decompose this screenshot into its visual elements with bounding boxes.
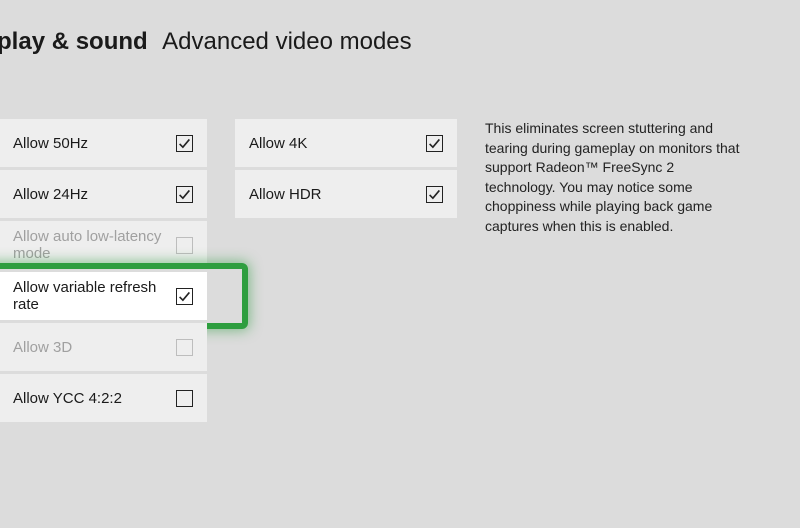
checkbox-icon[interactable] xyxy=(426,186,443,203)
checkbox-icon[interactable] xyxy=(176,288,193,305)
setting-label: Allow 3D xyxy=(13,339,72,356)
setting-row-allow-24hz[interactable]: Allow 24Hz xyxy=(0,170,207,218)
setting-label: Allow 50Hz xyxy=(13,135,88,152)
setting-row-allow-ycc-4-2-2[interactable]: Allow YCC 4:2:2 xyxy=(0,374,207,422)
highlighted-setting: Allow variable refresh rate xyxy=(0,269,210,323)
checkbox-icon xyxy=(176,339,193,356)
setting-row-allow-3d: Allow 3D xyxy=(0,323,207,371)
setting-label: Allow YCC 4:2:2 xyxy=(13,390,122,407)
settings-column-1: Allow 50Hz Allow 24Hz Allow auto low-laten… xyxy=(0,119,207,422)
setting-label: Allow HDR xyxy=(249,186,322,203)
setting-row-allow-auto-low-latency-mode: Allow auto low-latency mode xyxy=(0,221,207,269)
setting-row-allow-4k[interactable]: Allow 4K xyxy=(235,119,457,167)
header-subtitle: Advanced video modes xyxy=(162,28,412,55)
setting-label: Allow auto low-latency mode xyxy=(13,228,176,262)
setting-label: Allow 24Hz xyxy=(13,186,88,203)
header-title: isplay & sound xyxy=(0,28,148,55)
setting-row-allow-hdr[interactable]: Allow HDR xyxy=(235,170,457,218)
checkbox-icon[interactable] xyxy=(176,135,193,152)
setting-label: Allow 4K xyxy=(249,135,307,152)
page-header: isplay & sound Advanced video modes xyxy=(0,0,800,56)
setting-row-allow-variable-refresh-rate[interactable]: Allow variable refresh rate xyxy=(0,272,207,320)
setting-description: This eliminates screen stuttering and te… xyxy=(485,119,745,422)
checkbox-icon[interactable] xyxy=(426,135,443,152)
setting-row-allow-50hz[interactable]: Allow 50Hz xyxy=(0,119,207,167)
checkbox-icon[interactable] xyxy=(176,390,193,407)
setting-label: Allow variable refresh rate xyxy=(13,279,176,313)
checkbox-icon xyxy=(176,237,193,254)
settings-column-2: Allow 4K Allow HDR xyxy=(235,119,457,422)
checkbox-icon[interactable] xyxy=(176,186,193,203)
